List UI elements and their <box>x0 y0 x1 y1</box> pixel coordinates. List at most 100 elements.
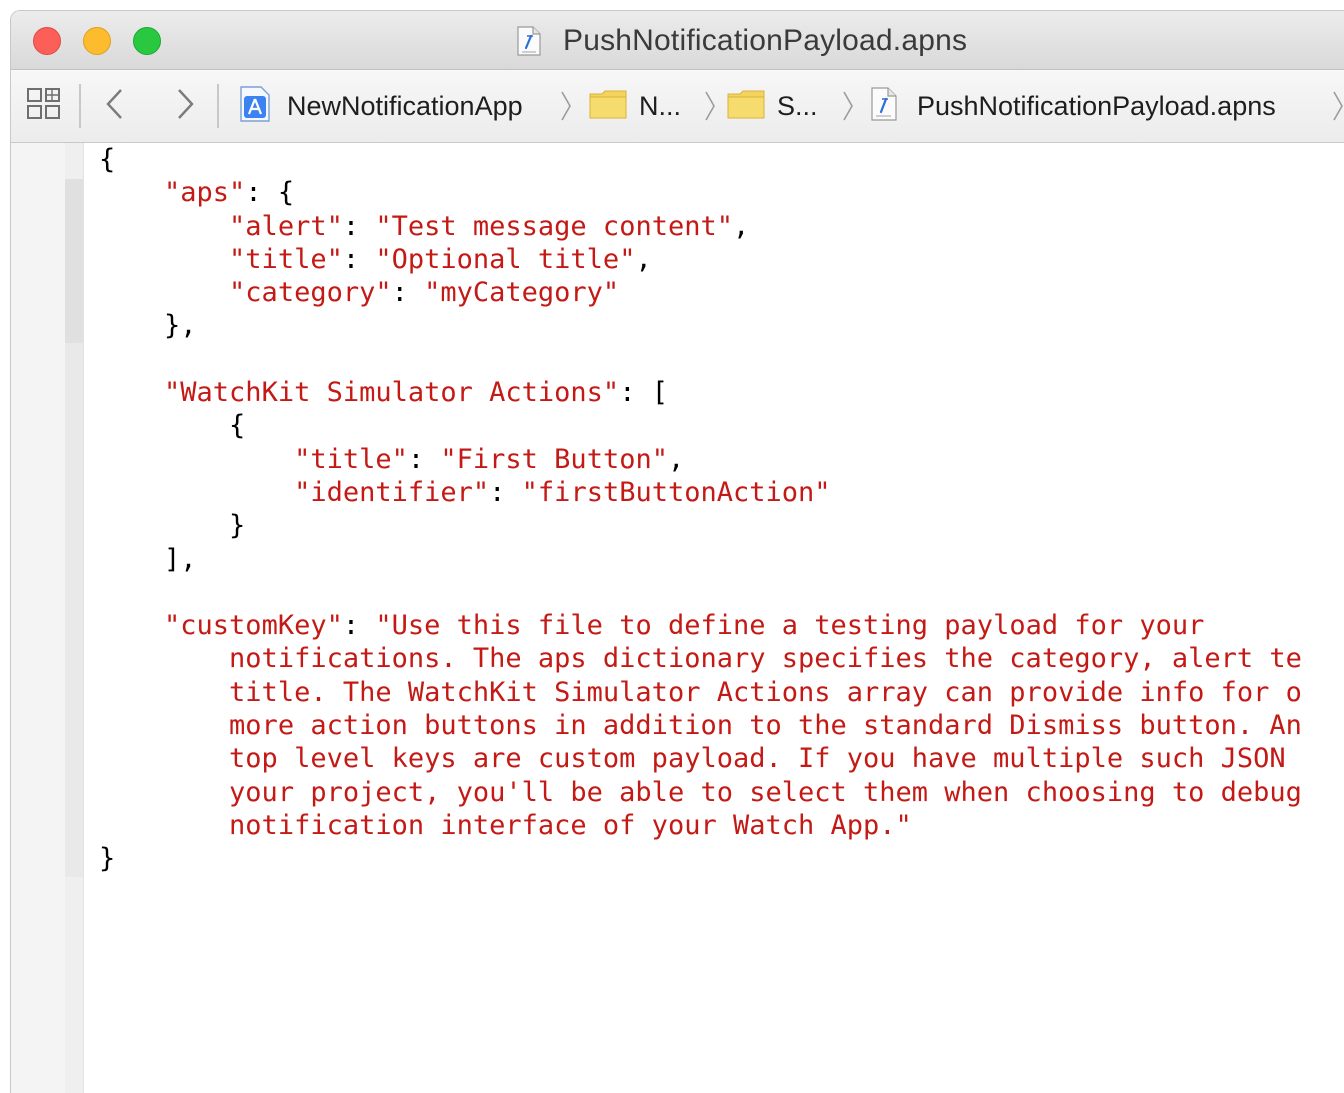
chevron-right-icon <box>173 86 197 127</box>
folder-icon <box>589 89 627 124</box>
code-line: { <box>99 143 1302 176</box>
string-token: "category" <box>229 277 392 309</box>
related-items-button[interactable] <box>25 70 63 142</box>
punctuation-token: : { <box>245 177 295 209</box>
code-line: notification interface of your Watch App… <box>99 809 1302 842</box>
breadcrumb-label: PushNotificationPayload.apns <box>917 90 1276 121</box>
punctuation-token <box>99 677 229 708</box>
string-token: "identifier" <box>294 476 490 508</box>
breadcrumb-file[interactable]: PushNotificationPayload.apns <box>871 70 1276 142</box>
string-token: "title" <box>294 443 408 475</box>
string-token: notification interface of your Watch App… <box>229 809 912 841</box>
punctuation-token: , <box>732 210 750 242</box>
punctuation-token <box>99 477 294 508</box>
punctuation-token: : [ <box>619 377 668 409</box>
punctuation-token: : <box>342 610 376 642</box>
punctuation-token <box>99 810 229 841</box>
code-line: top level keys are custom payload. If yo… <box>99 742 1302 775</box>
string-token: "Optional title" <box>375 243 636 275</box>
string-token: "aps" <box>164 177 246 209</box>
punctuation-token: ], <box>99 543 197 575</box>
code-line: { <box>99 409 1302 442</box>
xcode-editor-window: PushNotificationPayload.apns NewNotifica… <box>10 10 1344 1093</box>
punctuation-token: : <box>407 443 441 475</box>
punctuation-token: : <box>489 476 522 508</box>
code-line: "title": "First Button", <box>99 443 1302 476</box>
breadcrumb-project[interactable]: NewNotificationApp <box>237 70 523 142</box>
punctuation-token: } <box>99 510 246 542</box>
punctuation-token <box>99 244 229 275</box>
punctuation-token <box>99 710 229 741</box>
punctuation-token: : <box>342 210 376 242</box>
breadcrumb-group-2[interactable]: S... <box>727 70 818 142</box>
code-folding-band[interactable] <box>65 179 83 343</box>
folder-icon <box>727 89 765 124</box>
code-line: ], <box>99 543 1302 576</box>
breadcrumb-chevron-icon <box>843 91 853 121</box>
xcode-project-icon <box>237 85 271 128</box>
jumpbar-separator <box>79 84 81 128</box>
breadcrumb-chevron-icon <box>561 91 571 121</box>
string-token: "Test message content" <box>375 210 733 242</box>
string-token: "alert" <box>229 210 343 242</box>
code-line: "WatchKit Simulator Actions": [ <box>99 376 1302 409</box>
punctuation-token: } <box>99 843 116 875</box>
breadcrumb-group-1[interactable]: N... <box>589 70 681 142</box>
code-line: more action buttons in addition to the s… <box>99 709 1302 742</box>
string-token: "First Button" <box>440 443 668 475</box>
code-line: } <box>99 509 1302 542</box>
code-folding-band[interactable] <box>65 343 83 877</box>
code-line: your project, you'll be able to select t… <box>99 776 1302 809</box>
string-token: "WatchKit Simulator Actions" <box>164 377 620 409</box>
code-line: "title": "Optional title", <box>99 243 1302 276</box>
close-window-button[interactable] <box>33 27 61 55</box>
grid-icon <box>25 86 63 127</box>
punctuation-token <box>99 743 229 774</box>
breadcrumb-chevron-icon <box>1333 91 1343 121</box>
code-line: "alert": "Test message content", <box>99 210 1302 243</box>
punctuation-token <box>99 377 164 408</box>
punctuation-token: }, <box>99 310 197 342</box>
jumpbar-separator <box>217 84 219 128</box>
string-token: "firstButtonAction" <box>521 476 831 508</box>
punctuation-token <box>99 444 294 475</box>
source-editor[interactable]: { "aps": { "alert": "Test message conten… <box>11 143 1344 1093</box>
zoom-window-button[interactable] <box>133 27 161 55</box>
string-token: "myCategory" <box>424 277 620 309</box>
code-line: "customKey": "Use this file to define a … <box>99 609 1302 642</box>
string-token: "Use this file to define a testing paylo… <box>375 610 1205 642</box>
window-title: PushNotificationPayload.apns <box>563 24 968 57</box>
punctuation-token: , <box>667 443 685 475</box>
apns-file-icon <box>871 86 897 126</box>
string-token: title. The WatchKit Simulator Actions ar… <box>229 676 1302 708</box>
back-button[interactable] <box>103 70 127 142</box>
punctuation-token <box>99 777 229 808</box>
code-line: } <box>99 842 1302 875</box>
string-token: top level keys are custom payload. If yo… <box>229 743 1302 775</box>
punctuation-token <box>99 211 229 242</box>
code-content[interactable]: { "aps": { "alert": "Test message conten… <box>99 143 1302 876</box>
punctuation-token: { <box>99 144 116 175</box>
string-token: "title" <box>229 243 343 275</box>
breadcrumb-label: S... <box>777 90 818 121</box>
breadcrumb-label: N... <box>639 90 682 121</box>
code-line: }, <box>99 309 1302 342</box>
window-title-area: PushNotificationPayload.apns <box>517 23 967 59</box>
forward-button[interactable] <box>173 70 197 142</box>
minimize-window-button[interactable] <box>83 27 111 55</box>
code-line: "identifier": "firstButtonAction" <box>99 476 1302 509</box>
title-bar: PushNotificationPayload.apns <box>11 11 1344 70</box>
jump-bar: NewNotificationApp N... S... PushNotific… <box>11 70 1344 143</box>
punctuation-token: , <box>635 243 652 275</box>
punctuation-token: { <box>99 410 246 442</box>
code-line: "aps": { <box>99 176 1302 209</box>
string-token: your project, you'll be able to select t… <box>229 776 1302 808</box>
punctuation-token: : <box>342 243 376 275</box>
code-line: title. The WatchKit Simulator Actions ar… <box>99 676 1302 709</box>
apns-file-icon <box>517 26 541 56</box>
string-token: more action buttons in addition to the s… <box>229 710 1302 742</box>
string-token: "customKey" <box>164 610 343 642</box>
punctuation-token <box>99 610 164 641</box>
